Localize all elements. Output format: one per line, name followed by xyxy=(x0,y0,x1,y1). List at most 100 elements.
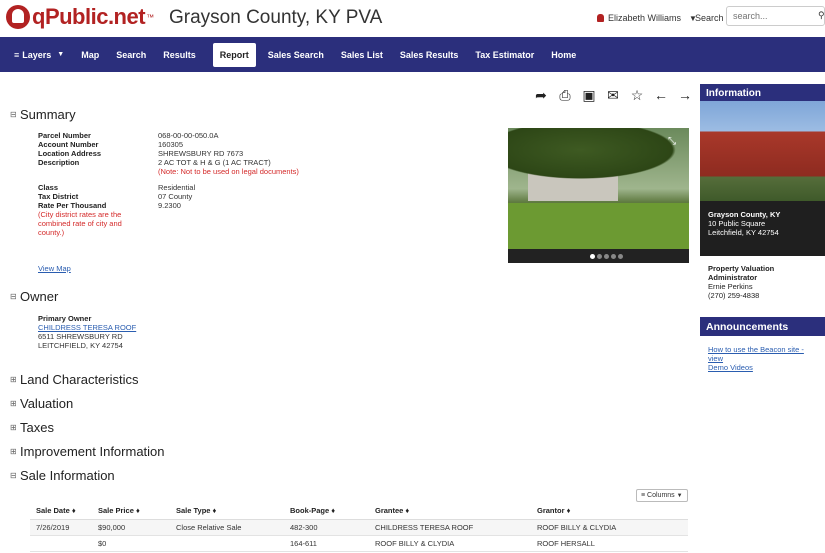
columns-dropdown[interactable]: ≡ Columns ▼ xyxy=(636,489,688,502)
expand-icon[interactable]: ⤡ xyxy=(668,136,676,147)
pva-title-1: Property Valuation xyxy=(708,264,775,273)
column-header-sale-date[interactable]: Sale Date ♦ xyxy=(30,502,92,520)
sale-information-header[interactable]: ⊟ Sale Information xyxy=(10,468,115,483)
owner-address-2: LEITCHFIELD, KY 42754 xyxy=(38,341,123,350)
rate-note-1: (City district rates are the xyxy=(38,210,122,219)
land-characteristics-header[interactable]: ⊞ Land Characteristics xyxy=(10,372,139,387)
expand-icon: ⊞ xyxy=(10,447,17,456)
photo-lawn xyxy=(508,203,689,249)
chevron-down-icon: ▼ xyxy=(57,51,65,58)
star-icon[interactable]: ☆ xyxy=(629,87,645,103)
column-header-sale-type[interactable]: Sale Type ♦ xyxy=(170,502,284,520)
nav-results[interactable]: Results xyxy=(163,50,196,60)
tax-district-label: Tax District xyxy=(38,192,79,201)
top-header: qPublic.net ™ Grayson County, KY PVA Eli… xyxy=(0,0,825,37)
rate-label: Rate Per Thousand xyxy=(38,201,107,210)
collapse-icon: ⊟ xyxy=(10,110,17,119)
valuation-header[interactable]: ⊞ Valuation xyxy=(10,396,73,411)
table-header-row: Sale Date ♦ Sale Price ♦ Sale Type ♦ Boo… xyxy=(30,502,688,520)
location-value: SHREWSBURY RD 7673 xyxy=(158,149,244,158)
arrow-right-icon[interactable]: → xyxy=(677,87,693,103)
improvement-header[interactable]: ⊞ Improvement Information xyxy=(10,444,165,459)
arrow-left-icon[interactable]: ← xyxy=(653,87,669,103)
nav-search[interactable]: Search xyxy=(116,50,146,60)
improvement-title: Improvement Information xyxy=(20,444,165,459)
taxes-header[interactable]: ⊞ Taxes xyxy=(10,420,54,435)
column-header-sale-price[interactable]: Sale Price ♦ xyxy=(92,502,170,520)
rate-note-2: combined rate of city and xyxy=(38,219,122,228)
column-header-grantor[interactable]: Grantor ♦ xyxy=(531,502,688,520)
carousel-dot[interactable] xyxy=(597,254,602,259)
column-header-grantee[interactable]: Grantee ♦ xyxy=(369,502,531,520)
search-label: Search xyxy=(695,13,724,23)
cell-sale-price: $0 xyxy=(92,535,170,552)
carousel-dot[interactable] xyxy=(590,254,595,259)
cell-book-page: 164-611 xyxy=(284,535,369,552)
search-icon[interactable]: ⚲ xyxy=(818,10,825,21)
description-note: (Note: Not to be used on legal documents… xyxy=(158,167,299,176)
nav-sales-list[interactable]: Sales List xyxy=(341,50,383,60)
search-input[interactable] xyxy=(726,6,825,26)
owner-header[interactable]: ⊟ Owner xyxy=(10,289,58,304)
view-map-link[interactable]: View Map xyxy=(38,264,71,273)
summary-title: Summary xyxy=(20,107,76,122)
info-sidebar: Information Grayson County, KY 10 Public… xyxy=(700,84,825,381)
account-value: 160305 xyxy=(158,140,184,149)
property-photo[interactable]: ⤡ xyxy=(508,128,689,263)
cell-sale-date: 7/26/2019 xyxy=(30,519,92,536)
parcel-label: Parcel Number xyxy=(38,131,91,140)
courthouse-photo xyxy=(700,101,825,201)
county-name: Grayson County, KY xyxy=(708,210,781,219)
cell-grantee: CHILDRESS TERESA ROOF xyxy=(369,519,531,536)
county-city: Leitchfield, KY 42754 xyxy=(708,228,779,237)
collapse-icon: ⊟ xyxy=(10,471,17,480)
chevron-down-icon: ▼ xyxy=(676,493,683,499)
column-header-book-page[interactable]: Book-Page ♦ xyxy=(284,502,369,520)
share-icon[interactable]: ➦ xyxy=(533,87,549,103)
user-icon xyxy=(597,14,604,22)
qpublic-logo[interactable]: qPublic.net ™ xyxy=(6,4,154,30)
qpublic-logo-icon xyxy=(6,5,30,29)
photo-tree xyxy=(508,128,689,183)
nav-home[interactable]: Home xyxy=(551,50,576,60)
logo-trademark: ™ xyxy=(146,12,155,22)
sale-table: Sale Date ♦ Sale Price ♦ Sale Type ♦ Boo… xyxy=(30,502,690,552)
pva-name: Ernie Perkins xyxy=(708,282,753,291)
carousel-dot[interactable] xyxy=(611,254,616,259)
carousel-dot[interactable] xyxy=(604,254,609,259)
cell-sale-date xyxy=(30,535,92,552)
carousel-dot[interactable] xyxy=(618,254,623,259)
nav-report[interactable]: Report xyxy=(212,42,256,67)
owner-name-link[interactable]: CHILDRESS TERESA ROOF xyxy=(38,323,136,332)
announcements-heading: Announcements xyxy=(700,317,825,336)
cell-sale-price: $90,000 xyxy=(92,519,170,536)
nav-sales-results[interactable]: Sales Results xyxy=(400,50,459,60)
expand-icon: ⊞ xyxy=(10,399,17,408)
announcement-link[interactable]: How to use the Beacon site - view xyxy=(708,345,817,363)
nav-tax-estimator[interactable]: Tax Estimator xyxy=(475,50,534,60)
taxes-title: Taxes xyxy=(20,420,54,435)
nav-map[interactable]: Map xyxy=(81,50,99,60)
print-icon[interactable]: ⎙ xyxy=(557,87,573,103)
carousel-dots[interactable] xyxy=(590,254,623,259)
description-value: 2 AC TOT & H & G (1 AC TRACT) xyxy=(158,158,271,167)
announcement-link-cont[interactable]: Demo Videos xyxy=(708,363,817,372)
tax-district-value: 07 County xyxy=(158,192,193,201)
logo-text: qPublic.net xyxy=(32,4,146,29)
nav-sales-search[interactable]: Sales Search xyxy=(268,50,324,60)
summary-header[interactable]: ⊟ Summary xyxy=(10,107,76,122)
valuation-title: Valuation xyxy=(20,396,74,411)
cell-sale-type: Close Relative Sale xyxy=(170,519,284,536)
account-label: Account Number xyxy=(38,140,99,149)
nav-layers[interactable]: ≡ Layers ▼ xyxy=(14,50,64,60)
report-toolbar: ➦ ⎙ ▣ ✉ ☆ ← → xyxy=(533,87,693,103)
site-title: Grayson County, KY PVA xyxy=(169,7,383,28)
image-icon[interactable]: ▣ xyxy=(581,87,597,103)
pva-contact: Property Valuation Administrator Ernie P… xyxy=(700,256,825,308)
land-title: Land Characteristics xyxy=(20,372,139,387)
email-icon[interactable]: ✉ xyxy=(605,87,621,103)
pva-phone: (270) 259-4838 xyxy=(708,291,760,300)
announcements-body: How to use the Beacon site - view Demo V… xyxy=(700,336,825,381)
user-menu[interactable]: Elizabeth Williams ▼ xyxy=(597,13,697,23)
layers-icon: ≡ xyxy=(14,49,20,60)
